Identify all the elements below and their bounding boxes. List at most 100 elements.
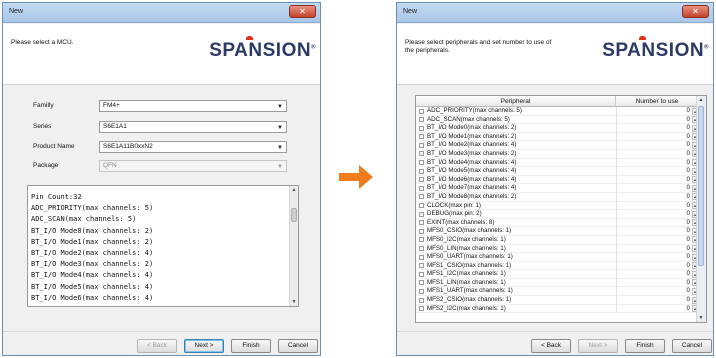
table-row[interactable]: BT_I/O Mode0(max channels: 2)0▲▼ xyxy=(416,124,701,133)
row-checkbox[interactable] xyxy=(419,125,424,131)
close-icon[interactable]: ✕ xyxy=(289,5,316,18)
product-name-select[interactable]: S6E1A11B0xxN2 ▼ xyxy=(99,141,287,153)
table-row[interactable]: BT_I/O Mode4(max channels: 4)0▲▼ xyxy=(416,158,701,168)
row-checkbox[interactable] xyxy=(419,228,424,234)
table-row[interactable]: BT_I/O Mode1(max channels: 2)0▲▼ xyxy=(416,132,701,142)
finish-button[interactable]: Finish xyxy=(625,339,665,353)
row-checkbox[interactable] xyxy=(419,194,424,200)
next-button[interactable]: Next > xyxy=(578,339,618,353)
number-to-use-field[interactable]: 0 xyxy=(616,107,690,116)
table-row[interactable]: CLOCK(max pin: 1)0▲▼ xyxy=(416,201,701,211)
row-checkbox[interactable] xyxy=(419,108,424,114)
scroll-thumb[interactable] xyxy=(698,106,704,266)
table-row[interactable]: MFS1_LIN(max channels: 1)0▲▼ xyxy=(416,278,701,288)
row-checkbox[interactable] xyxy=(419,237,424,243)
row-checkbox[interactable] xyxy=(419,211,424,217)
row-checkbox[interactable] xyxy=(419,297,424,303)
row-checkbox[interactable] xyxy=(419,168,424,174)
row-checkbox[interactable] xyxy=(419,142,424,148)
series-select[interactable]: S6E1A1 ▼ xyxy=(99,121,287,133)
column-peripheral[interactable]: Peripheral xyxy=(416,96,616,107)
next-button[interactable]: Next > xyxy=(184,339,224,353)
row-checkbox[interactable] xyxy=(419,280,424,286)
row-checkbox[interactable] xyxy=(419,177,424,183)
table-row[interactable]: ADC_PRIORITY(max channels: 5)0▲▼ xyxy=(416,107,701,116)
scroll-up-icon[interactable]: ▲ xyxy=(290,186,298,194)
row-checkbox[interactable] xyxy=(419,117,424,123)
number-to-use-field[interactable]: 0 xyxy=(616,149,690,159)
row-checkbox[interactable] xyxy=(419,203,424,209)
scroll-thumb[interactable] xyxy=(291,208,297,222)
row-checkbox[interactable] xyxy=(419,134,424,140)
row-checkbox[interactable] xyxy=(419,160,424,166)
number-to-use-field[interactable]: 0 xyxy=(616,141,690,150)
scroll-up-icon[interactable]: ▲ xyxy=(697,96,705,104)
table-row[interactable]: BT_I/O Mode6(max channels: 4)0▲▼ xyxy=(416,175,701,185)
number-to-use-field[interactable]: 0 xyxy=(616,175,690,185)
row-checkbox[interactable] xyxy=(419,254,424,260)
table-scrollbar[interactable]: ▲ ▼ xyxy=(696,96,706,322)
number-to-use-field[interactable]: 0 xyxy=(616,158,690,168)
number-to-use-field[interactable]: 0 xyxy=(616,201,690,211)
table-row[interactable]: BT_I/O Mode7(max channels: 4)0▲▼ xyxy=(416,184,701,193)
row-checkbox[interactable] xyxy=(419,288,424,294)
table-row[interactable]: BT_I/O Mode3(max channels: 2)0▲▼ xyxy=(416,149,701,159)
table-row[interactable]: MFS1_I2C(max channels: 1)0▲▼ xyxy=(416,270,701,279)
scroll-down-icon[interactable]: ▼ xyxy=(697,314,705,322)
close-icon[interactable]: ✕ xyxy=(682,5,709,18)
table-row[interactable]: MFS1_UART(max channels: 1)0▲▼ xyxy=(416,287,701,297)
row-checkbox[interactable] xyxy=(419,220,424,226)
number-to-use-field[interactable]: 0 xyxy=(616,270,690,279)
mcu-info-text[interactable]: Pin Count:32 ADC_PRIORITY(max channels: 5… xyxy=(27,185,299,307)
number-to-use-field[interactable]: 0 xyxy=(616,235,690,245)
cancel-button[interactable]: Cancel xyxy=(672,339,712,353)
number-to-use-field[interactable]: 0 xyxy=(616,115,690,125)
table-row[interactable]: MFS2_I2C(max channels: 1)0▲▼ xyxy=(416,304,701,314)
row-checkbox[interactable] xyxy=(419,271,424,277)
row-checkbox[interactable] xyxy=(419,185,424,191)
number-to-use-field[interactable]: 0 xyxy=(616,184,690,193)
table-row[interactable]: BT_I/O Mode8(max channels: 2)0▲▼ xyxy=(416,192,701,202)
number-to-use-field[interactable]: 0 xyxy=(616,124,690,133)
number-to-use-field[interactable]: 0 xyxy=(616,304,690,314)
peripheral-select-dialog: New ✕ Please select peripherals and set … xyxy=(396,2,714,356)
family-select[interactable]: FM4+ ▼ xyxy=(99,100,287,112)
table-row[interactable]: MFS0_I2C(max channels: 1)0▲▼ xyxy=(416,235,701,245)
info-scrollbar[interactable]: ▲ ▼ xyxy=(289,186,298,306)
column-number-to-use[interactable]: Number to use xyxy=(616,96,698,107)
number-to-use-field[interactable]: 0 xyxy=(616,253,690,262)
number-to-use-field[interactable]: 0 xyxy=(616,227,690,236)
table-row[interactable]: MFS0_UART(max channels: 1)0▲▼ xyxy=(416,253,701,262)
table-row[interactable]: MFS2_CSIO(max channels: 1)0▲▼ xyxy=(416,296,701,305)
number-to-use-field[interactable]: 0 xyxy=(616,210,690,219)
number-to-use-field[interactable]: 0 xyxy=(616,287,690,297)
number-to-use-field[interactable]: 0 xyxy=(616,296,690,305)
number-to-use-field[interactable]: 0 xyxy=(616,132,690,142)
row-checkbox[interactable] xyxy=(419,263,424,269)
table-row[interactable]: MFS1_CSIO(max channels: 1)0▲▼ xyxy=(416,261,701,271)
number-to-use-field[interactable]: 0 xyxy=(616,261,690,271)
number-to-use-field[interactable]: 0 xyxy=(616,218,690,228)
table-row[interactable]: BT_I/O Mode2(max channels: 4)0▲▼ xyxy=(416,141,701,150)
table-row[interactable]: EXINT(max channels: 8)0▲▼ xyxy=(416,218,701,228)
back-button[interactable]: < Back xyxy=(137,339,177,353)
row-checkbox[interactable] xyxy=(419,306,424,312)
number-to-use-field[interactable]: 0 xyxy=(616,278,690,288)
package-select: QFN ▼ xyxy=(99,160,287,172)
number-to-use-field[interactable]: 0 xyxy=(616,167,690,176)
finish-button[interactable]: Finish xyxy=(231,339,271,353)
number-to-use-field[interactable]: 0 xyxy=(616,192,690,202)
table-row[interactable]: MFS0_LIN(max channels: 1)0▲▼ xyxy=(416,244,701,254)
row-checkbox[interactable] xyxy=(419,151,424,157)
number-to-use-field[interactable]: 0 xyxy=(616,244,690,254)
cancel-button[interactable]: Cancel xyxy=(278,339,318,353)
table-row[interactable]: ADC_SCAN(max channels: 5)0▲▼ xyxy=(416,115,701,125)
scroll-down-icon[interactable]: ▼ xyxy=(290,298,298,306)
table-row[interactable]: BT_I/O Mode5(max channels: 4)0▲▼ xyxy=(416,167,701,176)
back-button[interactable]: < Back xyxy=(531,339,571,353)
table-row[interactable]: DEBUG(max pin: 2)0▲▼ xyxy=(416,210,701,219)
family-row: Familly FM4+ ▼ xyxy=(33,100,287,112)
table-row[interactable]: MFS0_CSIO(max channels: 1)0▲▼ xyxy=(416,227,701,236)
peripheral-table: Peripheral Number to use ADC_PRIORITY(ma… xyxy=(415,95,707,323)
row-checkbox[interactable] xyxy=(419,246,424,251)
